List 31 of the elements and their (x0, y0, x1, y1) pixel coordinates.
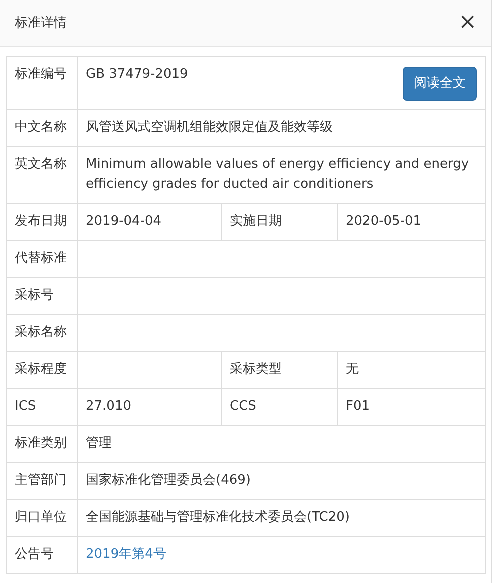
announcement-link[interactable]: 2019年第4号 (86, 547, 166, 562)
field-label: 采标类型 (230, 362, 282, 377)
field-label: 归口单位 (15, 510, 67, 525)
field-value: F01 (346, 399, 370, 414)
field-label: 标准类别 (15, 436, 67, 451)
dialog-title: 标准详情 (15, 15, 67, 32)
field-value: 2020-05-01 (346, 214, 422, 229)
field-value: 管理 (86, 436, 112, 451)
field-label: 英文名称 (15, 157, 67, 172)
field-label: 采标程度 (15, 362, 67, 377)
field-label: 采标号 (15, 288, 54, 303)
field-value: Minimum allowable values of energy efficiency and energy efficiency grades for ducted air conditioners (86, 157, 470, 192)
field-value: 无 (346, 362, 359, 377)
field-value: 国家标准化管理委员会(469) (86, 473, 251, 488)
field-label: CCS (230, 399, 256, 414)
field-value: GB 37479-2019 (86, 66, 188, 84)
close-button[interactable]: × (458, 12, 477, 34)
field-label: 中文名称 (15, 120, 67, 135)
field-label: 公告号 (15, 547, 54, 562)
field-value: 2019-04-04 (86, 214, 162, 229)
field-label: 实施日期 (230, 214, 282, 229)
read-full-text-button[interactable]: 阅读全文 (403, 67, 477, 101)
field-label: 主管部门 (15, 473, 67, 488)
field-label: 采标名称 (15, 325, 67, 340)
field-value: 风管送风式空调机组能效限定值及能效等级 (86, 120, 333, 135)
field-value: 27.010 (86, 399, 132, 414)
field-label: 标准编号 (15, 67, 67, 82)
field-label: 发布日期 (15, 214, 67, 229)
field-label: 代替标准 (15, 251, 67, 266)
field-value: 全国能源基础与管理标准化技术委员会(TC20) (86, 510, 350, 525)
field-label: ICS (15, 399, 36, 414)
